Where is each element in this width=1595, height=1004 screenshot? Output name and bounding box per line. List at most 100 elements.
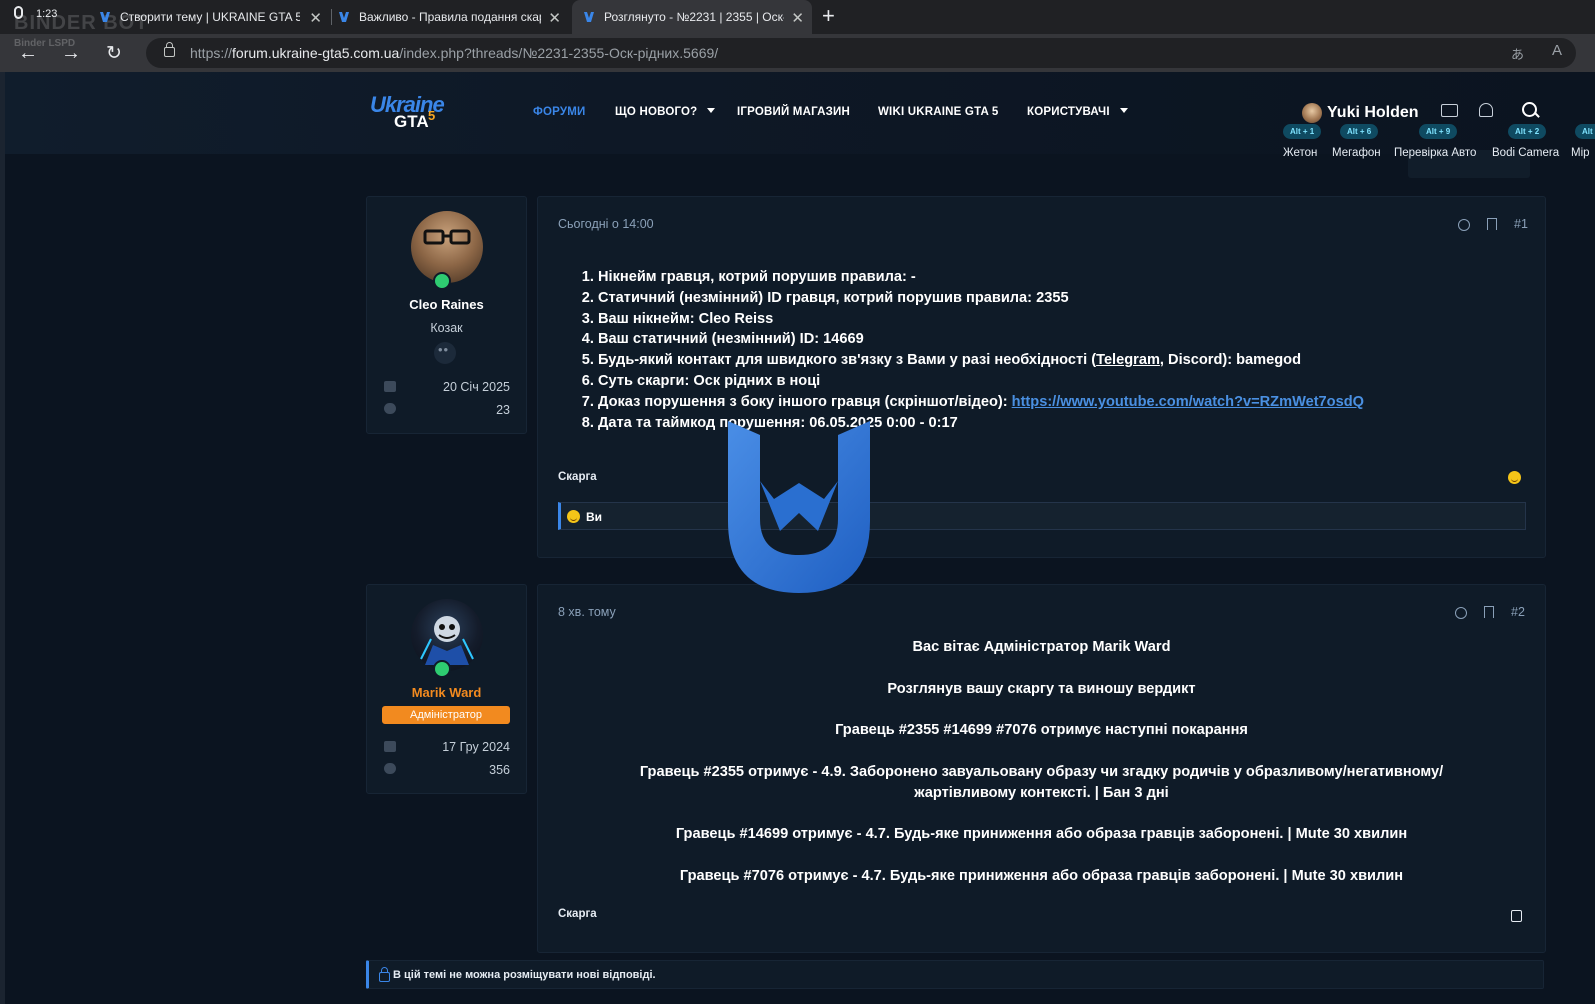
report-button[interactable]: Скарга bbox=[558, 908, 597, 920]
browser-tab-strip: 1:23 BINDER BOT Створити тему | UKRAINE … bbox=[0, 0, 1595, 34]
url-text[interactable]: https://forum.ukraine-gta5.com.ua/index.… bbox=[190, 45, 718, 61]
bookmark-icon[interactable] bbox=[1487, 218, 1497, 230]
list-item: Статичний (незмінний) ID гравця, котрий … bbox=[598, 288, 1364, 309]
post-number[interactable]: #2 bbox=[1511, 605, 1525, 619]
site-favicon-icon bbox=[584, 12, 594, 22]
list-item: Нікнейм гравця, котрий порушив правила: … bbox=[598, 267, 1364, 288]
site-favicon-icon bbox=[100, 12, 110, 22]
tab-divider bbox=[331, 9, 332, 25]
masked-figure-icon bbox=[420, 616, 474, 665]
lock-icon bbox=[379, 967, 390, 982]
hotkey-label: Жетон bbox=[1283, 147, 1318, 159]
post-author-panel: Marik Ward Адміністратор 17 Гру 2024 356 bbox=[366, 584, 527, 794]
nav-forums[interactable]: ФОРУМИ bbox=[533, 106, 585, 118]
glasses-icon bbox=[423, 229, 471, 245]
list-item: Дата та таймкод порушення: 06.05.2025 0:… bbox=[598, 413, 1364, 434]
hotkey-label: Мегафон bbox=[1332, 147, 1381, 159]
nav-game-shop[interactable]: ІГРОВИЙ МАГАЗИН bbox=[737, 106, 850, 118]
tab-title: Важливо - Правила подання скарг bbox=[359, 10, 541, 24]
tab-current-thread[interactable]: Розглянуто - №2231 | 2355 | Оск-рідних ✕ bbox=[572, 0, 812, 34]
close-icon[interactable]: ✕ bbox=[791, 9, 804, 27]
calendar-icon bbox=[384, 381, 396, 392]
share-icon[interactable] bbox=[1455, 607, 1467, 619]
reader-mode-icon[interactable]: A bbox=[1552, 42, 1562, 59]
post-1: Сьогодні о 14:00 #1 Нікнейм гравця, котр… bbox=[537, 196, 1546, 558]
hotkey-badge: Alt + 6 bbox=[1340, 124, 1379, 139]
search-icon[interactable] bbox=[1522, 102, 1537, 117]
locked-notice-text: В цій темі не можна розміщувати нові від… bbox=[393, 969, 656, 981]
admin-verdict-text: Вас вітає Адміністратор Marik Ward Розгл… bbox=[538, 637, 1545, 887]
verdict-line: Розглянув вашу скаргу та виношу вердикт bbox=[887, 680, 1196, 697]
verdict-line: Гравець #14699 отримує - 4.7. Будь-яке п… bbox=[675, 826, 1408, 843]
translate-icon[interactable]: あ bbox=[1511, 44, 1524, 63]
youtube-link[interactable]: https://www.youtube.com/watch?v=RZmWet7o… bbox=[1012, 394, 1364, 410]
back-icon[interactable]: ← bbox=[18, 42, 38, 65]
nav-users[interactable]: КОРИСТУВАЧІ bbox=[1027, 106, 1128, 118]
message-count: 356 bbox=[489, 763, 510, 777]
calendar-icon bbox=[384, 741, 396, 752]
group-icon bbox=[434, 342, 456, 364]
report-button[interactable]: Скарга bbox=[558, 471, 597, 483]
browser-toolbar: Binder LSPD ← → ↻ https://forum.ukraine-… bbox=[0, 34, 1595, 73]
close-icon[interactable]: ✕ bbox=[548, 9, 561, 27]
hotkey-label: Мір bbox=[1571, 147, 1590, 159]
joined-date: 20 Січ 2025 bbox=[443, 380, 510, 394]
laugh-reaction-icon[interactable] bbox=[1508, 471, 1521, 484]
bell-icon[interactable] bbox=[1479, 103, 1493, 117]
admin-role-badge: Адміністратор bbox=[382, 706, 510, 724]
ukraine-logo-watermark-icon bbox=[728, 421, 870, 593]
message-count: 23 bbox=[496, 403, 510, 417]
tab-rules[interactable]: Важливо - Правила подання скарг ✕ bbox=[337, 0, 569, 34]
forward-icon[interactable]: → bbox=[61, 42, 81, 65]
list-item: Ваш статичний (незмінний) ID: 14669 bbox=[598, 329, 1364, 350]
site-favicon-icon bbox=[339, 12, 349, 22]
reactions-bar[interactable]: Ви bbox=[558, 502, 1526, 530]
thread-locked-notice: В цій темі не можна розміщувати нові від… bbox=[366, 960, 1544, 989]
site-logo[interactable]: Ukraine GTA 5 bbox=[370, 92, 460, 134]
verdict-line: Гравець #2355 отримує - 4.9. Заборонено … bbox=[639, 763, 1444, 780]
envelope-icon[interactable] bbox=[1441, 104, 1458, 117]
laugh-reaction-icon bbox=[567, 510, 580, 523]
messages-icon bbox=[384, 403, 396, 414]
like-icon[interactable] bbox=[1511, 910, 1522, 922]
avatar[interactable] bbox=[411, 599, 483, 671]
post-2: 8 хв. тому #2 Вас вітає Адміністратор Ma… bbox=[537, 584, 1546, 953]
lock-icon[interactable] bbox=[164, 42, 175, 57]
current-user-name[interactable]: Yuki Holden bbox=[1327, 104, 1419, 122]
nav-wiki[interactable]: WIKI UKRAINE GTA 5 bbox=[878, 106, 999, 118]
verdict-line: Гравець #7076 отримує - 4.7. Будь-яке пр… bbox=[679, 867, 1404, 884]
tab-title: Розглянуто - №2231 | 2355 | Оск-рідних bbox=[604, 10, 784, 24]
hotkey-badge: Alt bbox=[1575, 124, 1595, 139]
chevron-down-icon bbox=[1119, 108, 1128, 113]
chevron-down-icon bbox=[707, 108, 716, 113]
post-author-title: Козак bbox=[430, 321, 463, 335]
post-date[interactable]: 8 хв. тому bbox=[558, 605, 616, 619]
hotkey-badge: Alt + 9 bbox=[1419, 124, 1458, 139]
post-date[interactable]: Сьогодні о 14:00 bbox=[558, 217, 654, 231]
avatar[interactable] bbox=[411, 211, 483, 283]
nav-whats-new[interactable]: ЩО НОВОГО? bbox=[615, 106, 716, 118]
bookmark-icon[interactable] bbox=[1484, 606, 1494, 618]
new-tab-icon[interactable]: + bbox=[822, 3, 835, 29]
joined-date: 17 Гру 2024 bbox=[442, 740, 510, 754]
reload-icon[interactable]: ↻ bbox=[106, 42, 122, 65]
list-item: Будь-який контакт для швидкого зв'язку з… bbox=[598, 350, 1364, 371]
close-icon[interactable]: ✕ bbox=[309, 9, 322, 27]
telegram-link[interactable]: Telegram bbox=[1096, 352, 1160, 368]
address-bar[interactable]: https://forum.ukraine-gta5.com.ua/index.… bbox=[146, 38, 1576, 68]
post-number[interactable]: #1 bbox=[1514, 217, 1528, 231]
post-author-panel: Cleo Raines Козак 20 Січ 2025 23 bbox=[366, 196, 527, 434]
share-icon[interactable] bbox=[1458, 219, 1470, 231]
list-item: Суть скарги: Оск рідних в ноці bbox=[598, 371, 1364, 392]
complaint-form-list: Нікнейм гравця, котрий порушив правила: … bbox=[578, 267, 1364, 433]
tab-create-topic[interactable]: Створити тему | UKRAINE GTA 5 ✕ bbox=[98, 0, 330, 34]
hotkey-label: Bodi Camera bbox=[1492, 147, 1560, 159]
post-author-name[interactable]: Marik Ward bbox=[367, 685, 526, 700]
list-item: Доказ порушення з боку іншого гравця (ск… bbox=[598, 392, 1364, 413]
hotkey-label: Перевірка Авто bbox=[1394, 147, 1477, 159]
post-author-name[interactable]: Cleo Raines bbox=[367, 297, 526, 312]
list-item: Ваш нікнейм: Cleo Reiss bbox=[598, 309, 1364, 330]
messages-icon bbox=[384, 763, 396, 774]
current-user-avatar[interactable] bbox=[1302, 103, 1322, 123]
reaction-users[interactable]: Ви bbox=[586, 510, 602, 524]
